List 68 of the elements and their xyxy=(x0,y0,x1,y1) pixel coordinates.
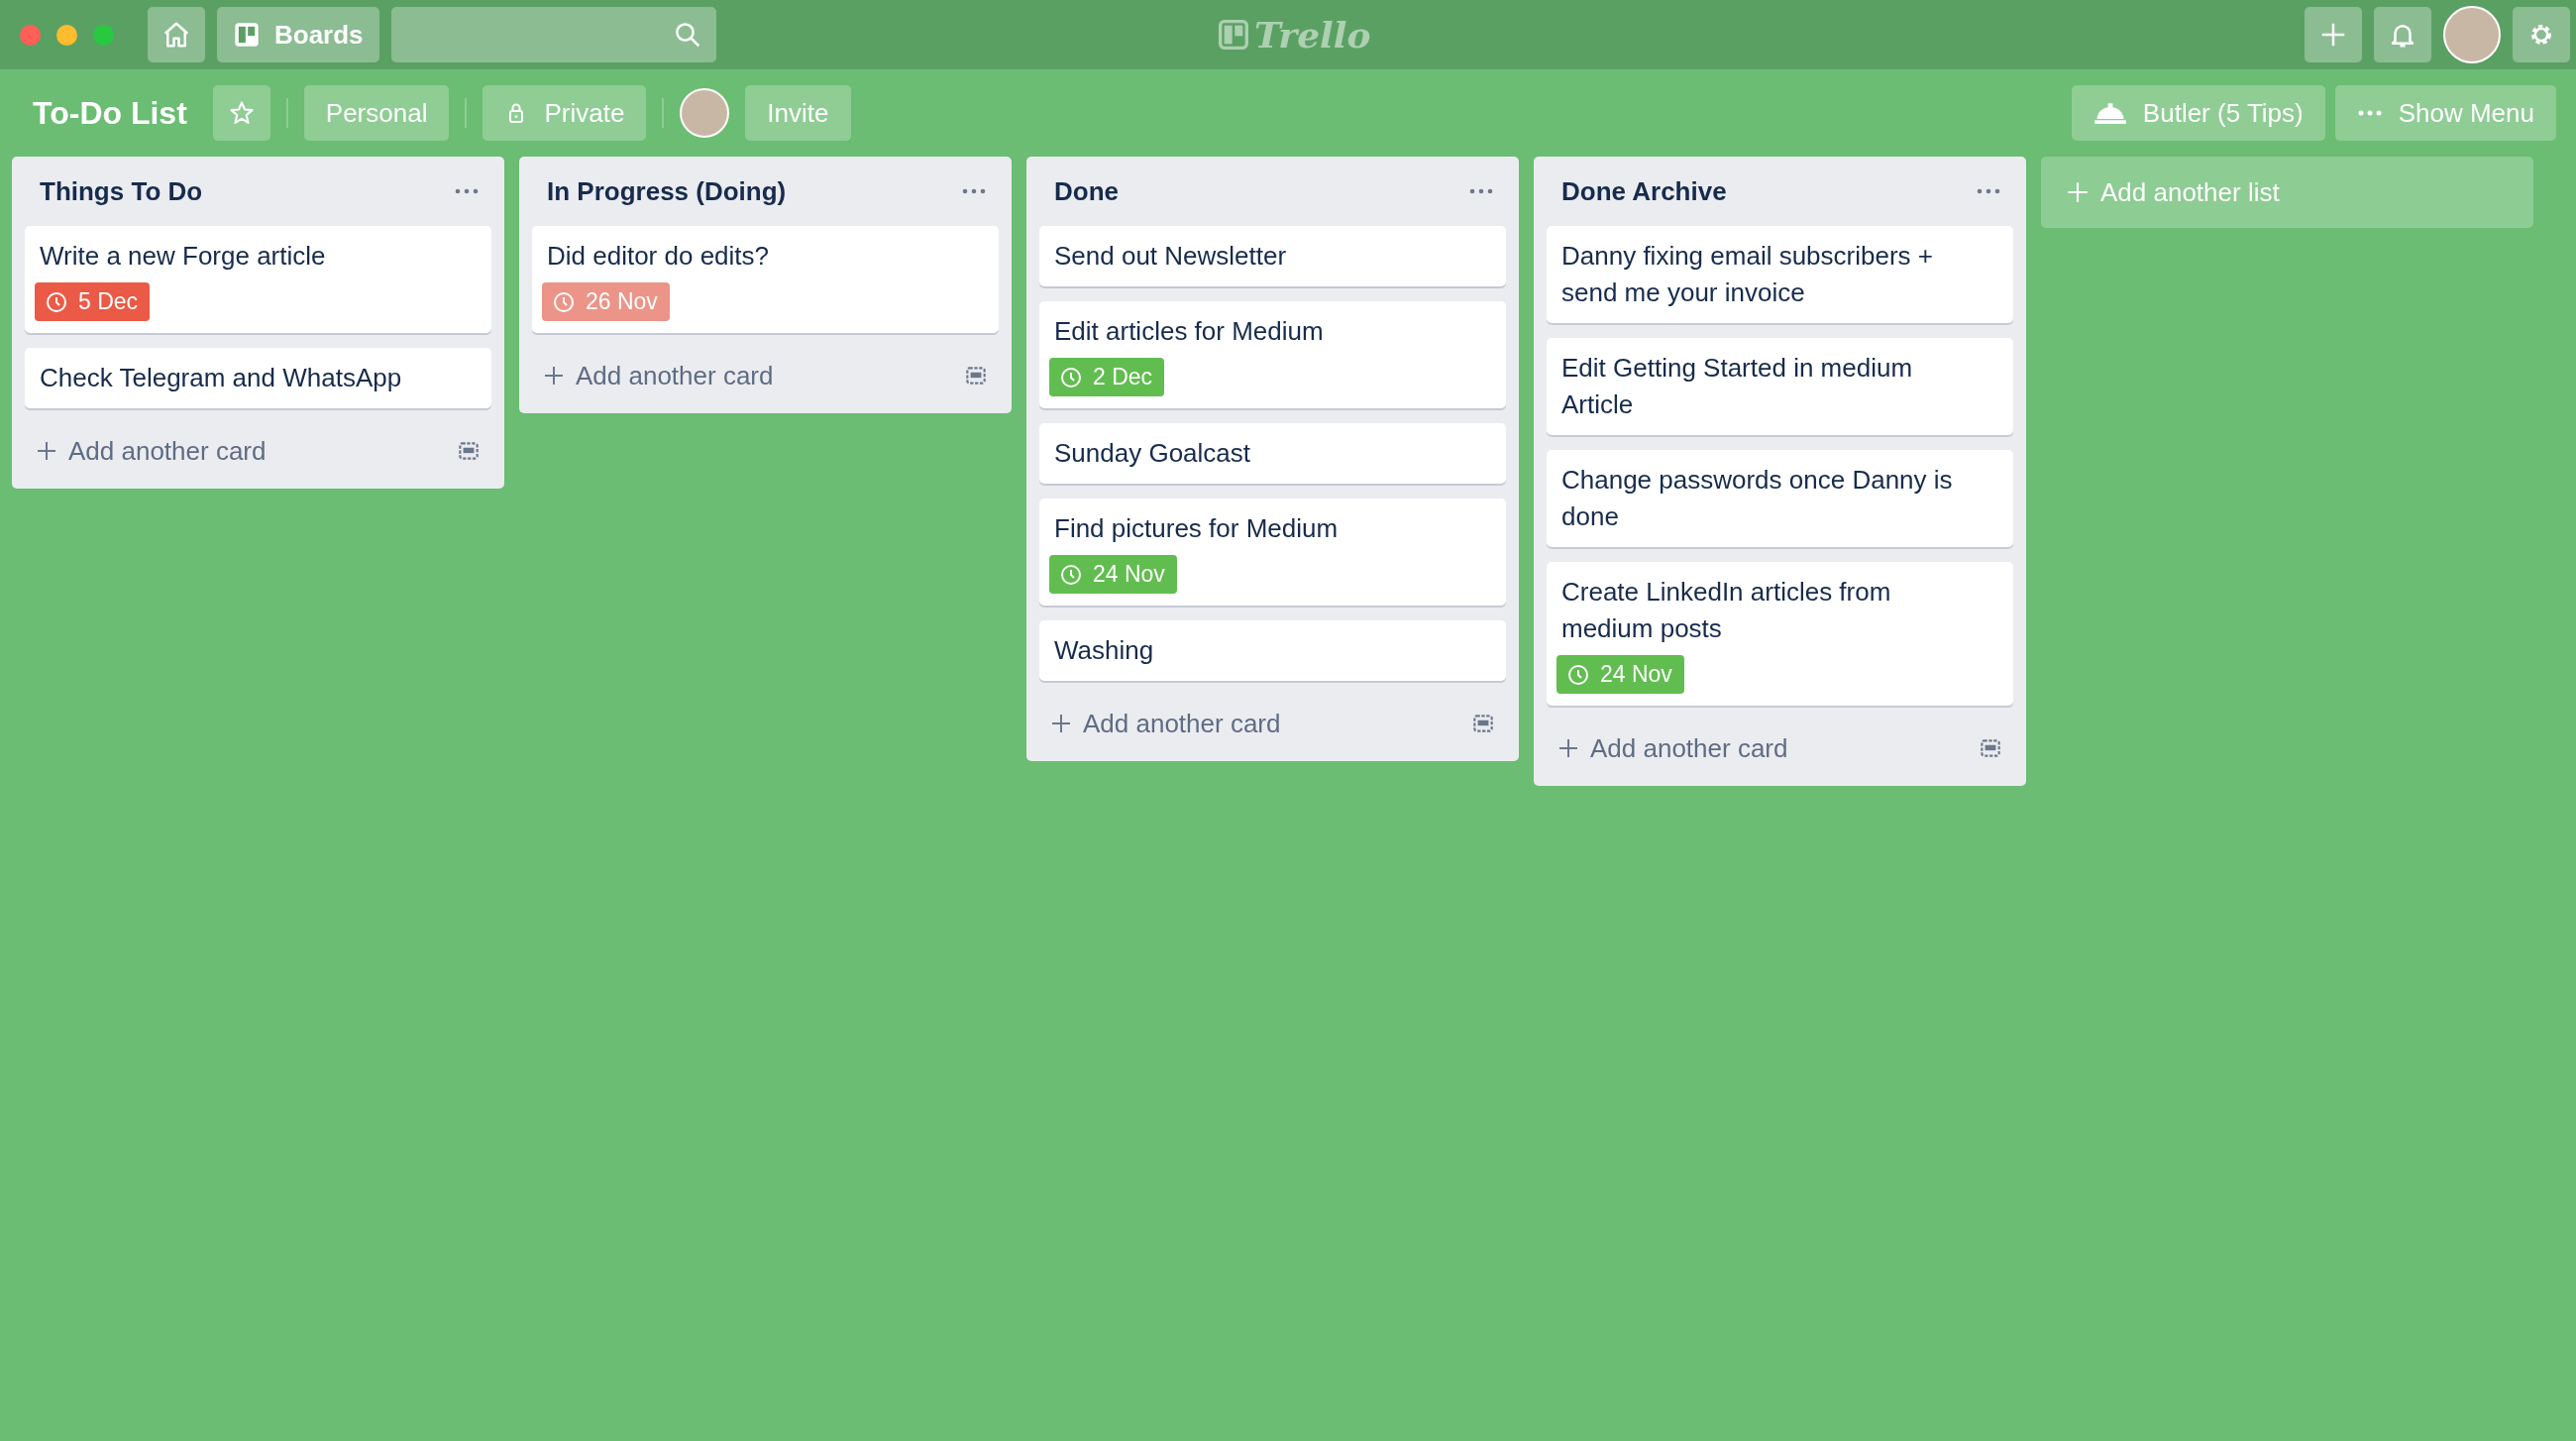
card-title: Edit articles for Medium xyxy=(1054,315,1324,348)
list-title[interactable]: Done xyxy=(1054,175,1119,207)
card-title: Check Telegram and WhatsApp xyxy=(40,362,402,394)
card-title: Send out Newsletter xyxy=(1054,240,1287,273)
due-date-badge[interactable]: 5 Dec xyxy=(35,282,151,321)
add-card-button[interactable]: Add another card xyxy=(542,360,774,391)
list-title[interactable]: Done Archive xyxy=(1561,175,1727,207)
notifications-button[interactable] xyxy=(2374,7,2431,62)
user-avatar[interactable] xyxy=(2443,6,2501,63)
card[interactable]: Washing xyxy=(1039,620,1506,681)
due-date-badge[interactable]: 26 Nov xyxy=(542,282,670,321)
list-menu-icon[interactable] xyxy=(454,187,480,195)
plus-icon xyxy=(1556,736,1580,760)
card-title: Washing xyxy=(1054,634,1154,667)
clock-icon xyxy=(1059,365,1083,389)
home-icon xyxy=(161,20,191,50)
list-title[interactable]: Things To Do xyxy=(40,175,203,207)
board-icon xyxy=(233,21,261,49)
search-field[interactable] xyxy=(390,7,716,62)
add-card-button[interactable]: Add another card xyxy=(35,435,267,467)
card[interactable]: Danny fixing email subscribers + send me your invoice xyxy=(1547,226,2013,323)
due-date-badge[interactable]: 24 Nov xyxy=(1049,555,1177,594)
home-button[interactable] xyxy=(148,7,205,62)
due-date-badge[interactable]: 24 Nov xyxy=(1556,655,1684,694)
card[interactable]: Sunday Goalcast xyxy=(1039,423,1506,484)
card-title: Did editor do edits? xyxy=(547,240,770,273)
card[interactable]: Check Telegram and WhatsApp xyxy=(25,348,491,408)
close-window-icon[interactable] xyxy=(20,24,41,46)
list-menu-icon[interactable] xyxy=(961,187,987,195)
settings-button[interactable] xyxy=(2513,7,2570,62)
star-button[interactable] xyxy=(212,85,270,141)
plus-icon xyxy=(35,439,58,463)
clock-icon xyxy=(1566,662,1590,687)
card-title: Change passwords once Danny is done xyxy=(1561,464,1954,533)
card[interactable]: Did editor do edits? 26 Nov xyxy=(532,226,999,333)
maximize-window-icon[interactable] xyxy=(93,24,114,46)
list-menu-icon[interactable] xyxy=(1468,187,1494,195)
board-title[interactable]: To-Do List xyxy=(33,94,187,132)
add-card-button[interactable]: Add another card xyxy=(1556,732,1788,764)
list-title[interactable]: In Progress (Doing) xyxy=(547,175,787,207)
add-card-button[interactable]: Add another card xyxy=(1049,708,1281,739)
clock-icon xyxy=(552,289,576,314)
member-avatar[interactable] xyxy=(680,88,730,138)
clock-icon xyxy=(1059,562,1083,587)
card[interactable]: Create LinkedIn articles from medium posts 24 Nov xyxy=(1547,562,2013,706)
card-title: Write a new Forge article xyxy=(40,240,326,273)
card-title: Sunday Goalcast xyxy=(1054,437,1250,470)
card[interactable]: Send out Newsletter xyxy=(1039,226,1506,286)
list-menu-icon[interactable] xyxy=(1976,187,2001,195)
card-title: Create LinkedIn articles from medium posts xyxy=(1561,576,1892,645)
card-title: Danny fixing email subscribers + send me your invoice xyxy=(1561,240,1934,309)
more-icon xyxy=(2356,109,2383,117)
add-button[interactable] xyxy=(2305,7,2362,62)
plus-icon xyxy=(2065,179,2091,205)
card[interactable]: Edit Getting Started in medium Article xyxy=(1547,338,2013,435)
card[interactable]: Edit articles for Medium 2 Dec xyxy=(1039,301,1506,408)
card-title: Edit Getting Started in medium Article xyxy=(1561,352,1914,421)
service-bell-icon xyxy=(2093,100,2127,126)
card[interactable]: Write a new Forge article 5 Dec xyxy=(25,226,491,333)
clock-icon xyxy=(45,289,68,314)
due-date-badge[interactable]: 2 Dec xyxy=(1049,358,1165,396)
card[interactable]: Find pictures for Medium 24 Nov xyxy=(1039,499,1506,606)
logo-icon xyxy=(1217,19,1250,51)
plus-icon xyxy=(542,364,566,388)
card-title: Find pictures for Medium xyxy=(1054,512,1339,545)
card[interactable]: Change passwords once Danny is done xyxy=(1547,450,2013,547)
minimize-window-icon[interactable] xyxy=(56,24,77,46)
plus-icon xyxy=(1049,712,1073,735)
